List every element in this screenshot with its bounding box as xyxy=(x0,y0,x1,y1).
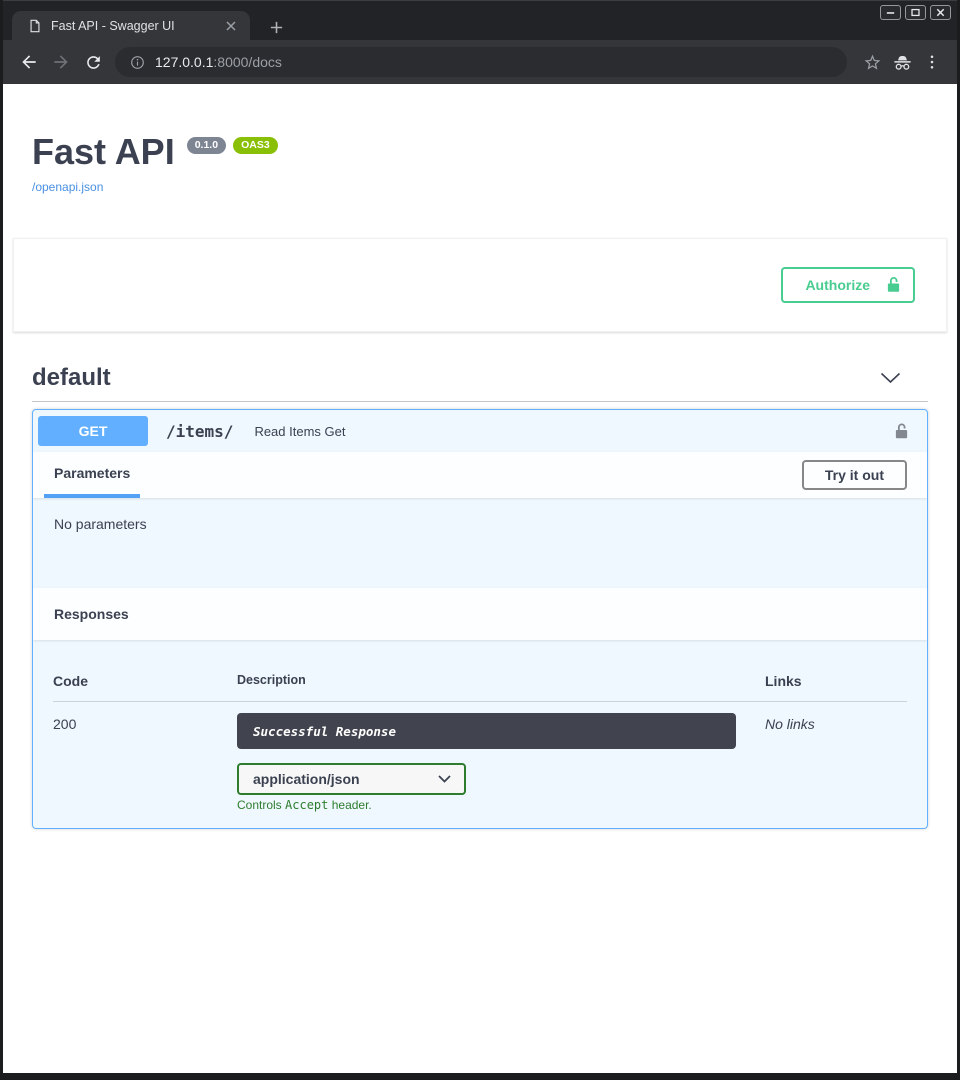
document-icon xyxy=(28,18,42,34)
api-info: Fast API 0.1.0 OAS3 /openapi.json xyxy=(3,84,957,196)
back-button[interactable] xyxy=(13,46,45,78)
bookmark-star-icon xyxy=(863,53,882,72)
tab-close-icon[interactable] xyxy=(222,17,240,35)
chevron-down-icon[interactable] xyxy=(880,372,901,384)
unlock-open-icon xyxy=(886,276,901,294)
page-title: Fast API xyxy=(32,130,175,174)
authorize-label: Authorize xyxy=(805,277,870,293)
method-badge: GET xyxy=(38,416,148,446)
titlebar: Fast API - Swagger UI xyxy=(3,0,957,40)
minimize-icon xyxy=(885,7,896,18)
scheme-container: Authorize xyxy=(13,238,947,332)
minimize-button[interactable] xyxy=(880,5,901,20)
url-text: 127.0.0.1:8000/docs xyxy=(155,54,282,70)
response-links: No links xyxy=(765,713,907,732)
url-path: :8000/docs xyxy=(213,54,282,70)
close-icon xyxy=(935,7,946,18)
response-description-text: Successful Response xyxy=(253,724,396,739)
auth-lock-button[interactable] xyxy=(894,422,909,441)
responses-table-header: Code Description Links xyxy=(53,640,907,689)
browser-menu-button[interactable] xyxy=(917,47,947,77)
reload-button[interactable] xyxy=(77,46,109,78)
accept-note-prefix: Controls xyxy=(237,798,285,812)
opblock-summary[interactable]: GET /items/ Read Items Get xyxy=(33,410,927,452)
endpoint-summary: Read Items Get xyxy=(254,424,345,439)
forward-icon xyxy=(51,52,71,72)
browser-tab[interactable]: Fast API - Swagger UI xyxy=(12,11,250,41)
browser-window: Fast API - Swagger UI xyxy=(0,0,960,1080)
lock-open-icon xyxy=(894,422,909,441)
url-host: 127.0.0.1 xyxy=(155,54,213,70)
try-it-out-button[interactable]: Try it out xyxy=(802,460,907,490)
column-header-links: Links xyxy=(765,673,907,689)
responses-body: Code Description Links 200 Successful Re… xyxy=(33,640,927,828)
accept-header-note: Controls Accept header. xyxy=(237,798,765,812)
media-type-value: application/json xyxy=(253,771,360,787)
select-chevron-down-icon xyxy=(438,775,451,783)
column-header-code: Code xyxy=(53,673,237,689)
incognito-badge xyxy=(887,47,917,77)
parameters-body: No parameters xyxy=(33,498,927,588)
media-type-select[interactable]: application/json xyxy=(237,763,466,795)
menu-kebab-icon xyxy=(923,53,941,71)
oas-badge: OAS3 xyxy=(233,137,278,154)
plus-icon xyxy=(269,20,284,35)
responses-header: Responses xyxy=(33,588,927,640)
tag-name: default xyxy=(32,364,111,392)
address-bar[interactable]: 127.0.0.1:8000/docs xyxy=(115,47,847,77)
column-header-description: Description xyxy=(237,673,765,689)
authorize-button[interactable]: Authorize xyxy=(781,267,915,303)
endpoint-path: /items/ xyxy=(166,422,233,441)
no-parameters-text: No parameters xyxy=(54,516,147,532)
maximize-button[interactable] xyxy=(905,5,926,20)
opblock-get-items: GET /items/ Read Items Get Parameters Tr… xyxy=(32,409,928,829)
responses-title: Responses xyxy=(54,606,129,622)
response-description-box: Successful Response xyxy=(237,713,736,749)
openapi-spec-link[interactable]: /openapi.json xyxy=(32,180,103,194)
version-badge: 0.1.0 xyxy=(187,137,226,154)
swagger-page: Fast API 0.1.0 OAS3 /openapi.json Author… xyxy=(3,84,957,1073)
response-description-cell: Successful Response application/json Con… xyxy=(237,713,765,812)
forward-button[interactable] xyxy=(45,46,77,78)
response-row-200: 200 Successful Response application/json… xyxy=(53,702,907,812)
bookmark-button[interactable] xyxy=(857,47,887,77)
new-tab-button[interactable] xyxy=(265,16,287,38)
accept-note-suffix: header. xyxy=(328,798,371,812)
browser-toolbar: 127.0.0.1:8000/docs xyxy=(3,40,957,84)
reload-icon xyxy=(84,53,103,72)
maximize-icon xyxy=(910,7,921,18)
response-code: 200 xyxy=(53,713,237,732)
parameters-header: Parameters Try it out xyxy=(33,452,927,498)
tab-title: Fast API - Swagger UI xyxy=(51,19,222,33)
tag-section-default[interactable]: default xyxy=(32,364,928,402)
tab-parameters[interactable]: Parameters xyxy=(44,452,140,498)
accept-note-code: Accept xyxy=(285,798,328,812)
close-button[interactable] xyxy=(930,5,951,20)
parameters-title: Parameters xyxy=(54,465,130,481)
incognito-icon xyxy=(892,52,913,73)
back-icon xyxy=(19,52,39,72)
info-icon[interactable] xyxy=(129,54,146,71)
